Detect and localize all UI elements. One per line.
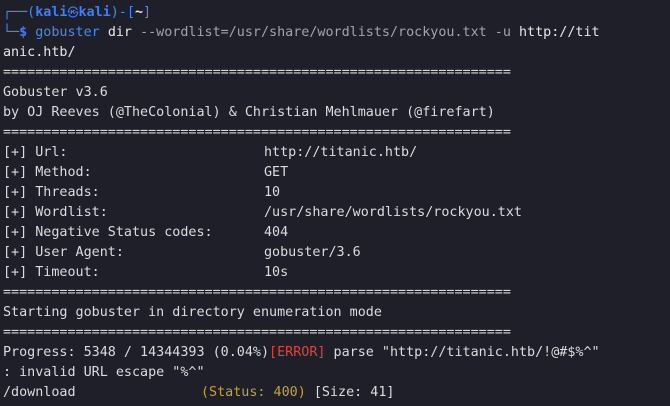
config-label: [+] Wordlist:	[3, 205, 108, 220]
prompt-host: kali	[78, 5, 111, 20]
command-subcommand: dir	[107, 25, 132, 40]
result-size: [Size: 41]	[305, 385, 395, 400]
banner-version: Gobuster v3.6	[3, 85, 108, 100]
config-value: 10s	[264, 265, 289, 280]
config-row-negative-status: [+] Negative Status codes: 404	[3, 223, 670, 243]
separator-2: ========================================…	[3, 125, 511, 140]
config-row-wordlist: [+] Wordlist: /usr/share/wordlists/rockyo…	[3, 203, 670, 223]
config-row-method: [+] Method: GET	[3, 163, 670, 183]
prompt-line-1: ┌──(kali㉿kali)-[~]	[3, 3, 670, 23]
config-label: [+] User Agent:	[3, 245, 124, 260]
separator-1: ========================================…	[3, 65, 511, 80]
prompt-user: kali	[35, 5, 68, 20]
error-continuation: : invalid URL escape "%^"	[3, 365, 205, 380]
config-label: [+] Threads:	[3, 185, 100, 200]
skull-icon: ㉿	[67, 6, 79, 19]
config-value: /usr/share/wordlists/rockyou.txt	[264, 205, 522, 220]
prompt-corner-bottom: └─	[3, 25, 20, 40]
terminal-window[interactable]: ┌──(kali㉿kali)-[~] └─$ gobuster dir --wo…	[0, 0, 670, 406]
config-value: GET	[264, 165, 289, 180]
result-row: /download (Status: 400) [Size: 41]	[3, 383, 670, 403]
separator-3: ========================================…	[3, 285, 511, 300]
prompt-dir: ~	[134, 5, 143, 20]
command-args: --wordlist=/usr/share/wordlists/rockyou.…	[140, 25, 511, 40]
config-label: [+] Method:	[3, 165, 92, 180]
command-url-part1: http://tit	[518, 25, 600, 40]
config-value: 10	[264, 185, 281, 200]
command-line-wrap: anic.htb/	[3, 43, 670, 63]
separator-4: ========================================…	[3, 325, 511, 340]
prompt-after-host: )-[	[110, 5, 135, 20]
config-value: http://titanic.htb/	[264, 145, 418, 160]
command-name: gobuster	[35, 25, 100, 40]
banner-authors: by OJ Reeves (@TheColonial) & Christian …	[3, 105, 495, 120]
prompt-corner-top: ┌──(	[3, 5, 36, 20]
progress-line: Progress: 5348 / 14344393 (0.04%)[ERROR]…	[3, 343, 670, 363]
config-row-timeout: [+] Timeout: 10s	[3, 263, 670, 283]
progress-text: Progress: 5348 / 14344393 (0.04%)	[3, 345, 270, 360]
config-label: [+] Url:	[3, 145, 68, 160]
result-path: /download	[3, 385, 76, 400]
result-status: (Status: 400)	[201, 385, 306, 400]
config-value: gobuster/3.6	[264, 245, 361, 260]
error-tag: [ERROR]	[269, 345, 326, 360]
error-message: parse "http://titanic.htb/!@#$%^"	[325, 345, 600, 360]
config-row-user-agent: [+] User Agent: gobuster/3.6	[3, 243, 670, 263]
command-line[interactable]: └─$ gobuster dir --wordlist=/usr/share/w…	[3, 23, 670, 43]
prompt-dollar: $	[19, 25, 28, 40]
config-label: [+] Negative Status codes:	[3, 225, 213, 240]
config-row-threads: [+] Threads: 10	[3, 183, 670, 203]
config-label: [+] Timeout:	[3, 265, 100, 280]
config-row-url: [+] Url: http://titanic.htb/	[3, 143, 670, 163]
command-url-part2: anic.htb/	[3, 45, 76, 60]
start-message: Starting gobuster in directory enumerati…	[3, 305, 382, 320]
config-value: 404	[264, 225, 289, 240]
prompt-close: ]	[143, 5, 152, 20]
